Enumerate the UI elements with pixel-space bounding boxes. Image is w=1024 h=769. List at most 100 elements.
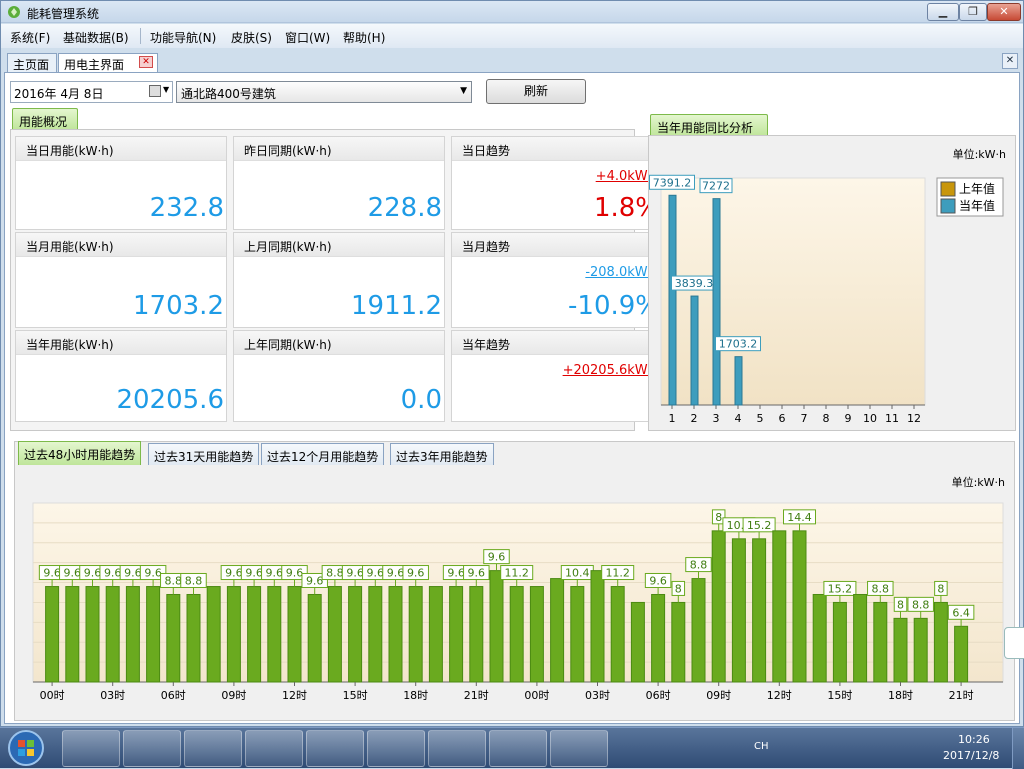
menu-bar: 系统(F) 基础数据(B) 功能导航(N) 皮肤(S) 窗口(W) 帮助(H) <box>1 24 1023 48</box>
trend-bar <box>287 586 302 683</box>
data-label: 9.6 <box>488 551 506 564</box>
trend-bar <box>550 578 565 683</box>
taskbar-app-purple-icon[interactable] <box>306 730 364 767</box>
data-label: 14.4 <box>787 511 812 524</box>
tab-yoy-analysis[interactable]: 当年用能同比分析 <box>650 114 768 136</box>
show-desktop-button[interactable] <box>1012 728 1024 769</box>
x-tick-label: 12 <box>907 412 921 425</box>
card-label: 上年同期(kW·h) <box>234 331 444 355</box>
trend-bar <box>610 586 625 683</box>
overview-card: 当日用能(kW·h) 232.8 <box>15 136 227 230</box>
card-value: 0.0 <box>400 385 442 415</box>
data-label: 9.6 <box>447 567 465 580</box>
data-label: 8.8 <box>872 582 890 595</box>
taskbar-app-blue-icon[interactable] <box>428 730 486 767</box>
yoy-bar <box>668 194 677 406</box>
tab-past-31d[interactable]: 过去31天用能趋势 <box>148 443 260 465</box>
card-value: 20205.6 <box>116 385 224 415</box>
clock-date[interactable]: 2017/12/8 <box>943 749 999 762</box>
menu-function-nav[interactable]: 功能导航(N) <box>150 29 216 46</box>
tab-past-12m[interactable]: 过去12个月用能趋势 <box>261 443 385 465</box>
x-tick-label: 18时 <box>403 689 428 702</box>
overview-card: 当年用能(kW·h) 20205.6 <box>15 330 227 422</box>
trend-bar <box>893 617 908 683</box>
taskbar-app-red-icon[interactable] <box>184 730 242 767</box>
x-tick-label: 2 <box>691 412 698 425</box>
tab-power-main[interactable]: 用电主界面 ✕ <box>58 53 158 72</box>
taskbar-ie-icon[interactable] <box>62 730 120 767</box>
trend-bar <box>772 530 787 683</box>
trend-bar <box>307 593 322 683</box>
card-delta-link[interactable]: +20205.6kW·h <box>563 363 660 378</box>
x-tick-label: 7 <box>801 412 808 425</box>
maximize-button[interactable]: ❐ <box>959 3 987 21</box>
overview-card: 当月趋势 -208.0kW·h -10.9% <box>451 232 663 328</box>
trend-bar <box>651 593 666 683</box>
taskbar-explorer-icon[interactable] <box>123 730 181 767</box>
input-language-indicator[interactable]: CH <box>754 741 769 752</box>
start-button-icon[interactable] <box>3 728 49 768</box>
energy-overview-panel: 当日用能(kW·h) 232.8 昨日同期(kW·h) 228.8 当日趋势 +4.0kW… <box>10 129 663 431</box>
tab-energy-overview[interactable]: 用能概况 <box>12 108 78 130</box>
calendar-icon[interactable] <box>149 85 161 97</box>
menu-basic-data[interactable]: 基础数据(B) <box>63 29 129 46</box>
title-bar: 能耗管理系统 ▁ ❐ ✕ <box>1 1 1023 23</box>
data-label: 9.6 <box>144 567 162 580</box>
clock-time[interactable]: 10:26 <box>958 733 990 746</box>
tab-home[interactable]: 主页面 <box>7 53 57 72</box>
taskbar-recycle-icon[interactable] <box>489 730 547 767</box>
data-label: 9.6 <box>468 567 486 580</box>
card-label: 昨日同期(kW·h) <box>234 137 444 161</box>
panel-close-button[interactable]: ✕ <box>1002 53 1018 69</box>
data-label: 9.6 <box>346 567 364 580</box>
trend-bar <box>226 586 241 683</box>
x-tick-label: 09时 <box>706 689 731 702</box>
taskbar-word-icon[interactable] <box>550 730 608 767</box>
x-tick-label: 06时 <box>646 689 671 702</box>
menu-skin[interactable]: 皮肤(S) <box>231 29 272 46</box>
x-tick-label: 03时 <box>100 689 125 702</box>
x-tick-label: 00时 <box>524 689 549 702</box>
card-label: 当月用能(kW·h) <box>16 233 226 257</box>
trend-bar <box>792 530 807 683</box>
app-window: 能耗管理系统 ▁ ❐ ✕ 系统(F) 基础数据(B) 功能导航(N) 皮肤(S)… <box>0 0 1024 727</box>
trend-bar <box>449 586 464 683</box>
legend-swatch <box>940 181 956 197</box>
x-tick-label: 8 <box>823 412 830 425</box>
x-tick-label: 21时 <box>949 689 974 702</box>
menu-help[interactable]: 帮助(H) <box>343 29 385 46</box>
legend-label: 上年值 <box>959 181 995 196</box>
building-select[interactable]: 通北路400号建筑 ▼ <box>176 81 472 103</box>
card-label: 当月趋势 <box>452 233 662 257</box>
chevron-down-icon[interactable]: ▼ <box>163 85 169 94</box>
tab-close-icon[interactable]: ✕ <box>139 56 153 68</box>
document-tabs: 主页面 用电主界面 ✕ <box>1 50 1023 72</box>
menu-separator <box>140 28 141 44</box>
tab-past-3y[interactable]: 过去3年用能趋势 <box>390 443 494 465</box>
trend-bar <box>125 586 140 683</box>
teamviewer-side-icon[interactable] <box>1004 627 1024 659</box>
x-tick-label: 3 <box>713 412 720 425</box>
minimize-button[interactable]: ▁ <box>927 3 959 21</box>
refresh-button[interactable]: 刷新 <box>486 79 586 104</box>
x-tick-label: 10 <box>863 412 877 425</box>
menu-system[interactable]: 系统(F) <box>10 29 50 46</box>
taskbar-teamviewer-icon[interactable] <box>367 730 425 767</box>
trend-bar <box>146 586 161 683</box>
card-label: 当日用能(kW·h) <box>16 137 226 161</box>
trend-bar <box>590 570 605 683</box>
close-window-button[interactable]: ✕ <box>987 3 1021 21</box>
tab-past-48h[interactable]: 过去48小时用能趋势 <box>18 441 142 465</box>
card-label: 当年用能(kW·h) <box>16 331 226 355</box>
taskbar-ldg-icon[interactable] <box>245 730 303 767</box>
data-label: 6.4 <box>952 606 970 619</box>
x-tick-label: 15时 <box>827 689 852 702</box>
trend-bar <box>812 593 827 683</box>
chevron-down-icon: ▼ <box>460 86 467 96</box>
x-tick-label: 11 <box>885 412 899 425</box>
x-tick-label: 18时 <box>888 689 913 702</box>
data-label: 11.2 <box>504 567 529 580</box>
date-picker[interactable]: 2016年 4月 8日 ▼ <box>10 81 173 103</box>
menu-window[interactable]: 窗口(W) <box>285 29 330 46</box>
trend-bar <box>166 593 181 683</box>
